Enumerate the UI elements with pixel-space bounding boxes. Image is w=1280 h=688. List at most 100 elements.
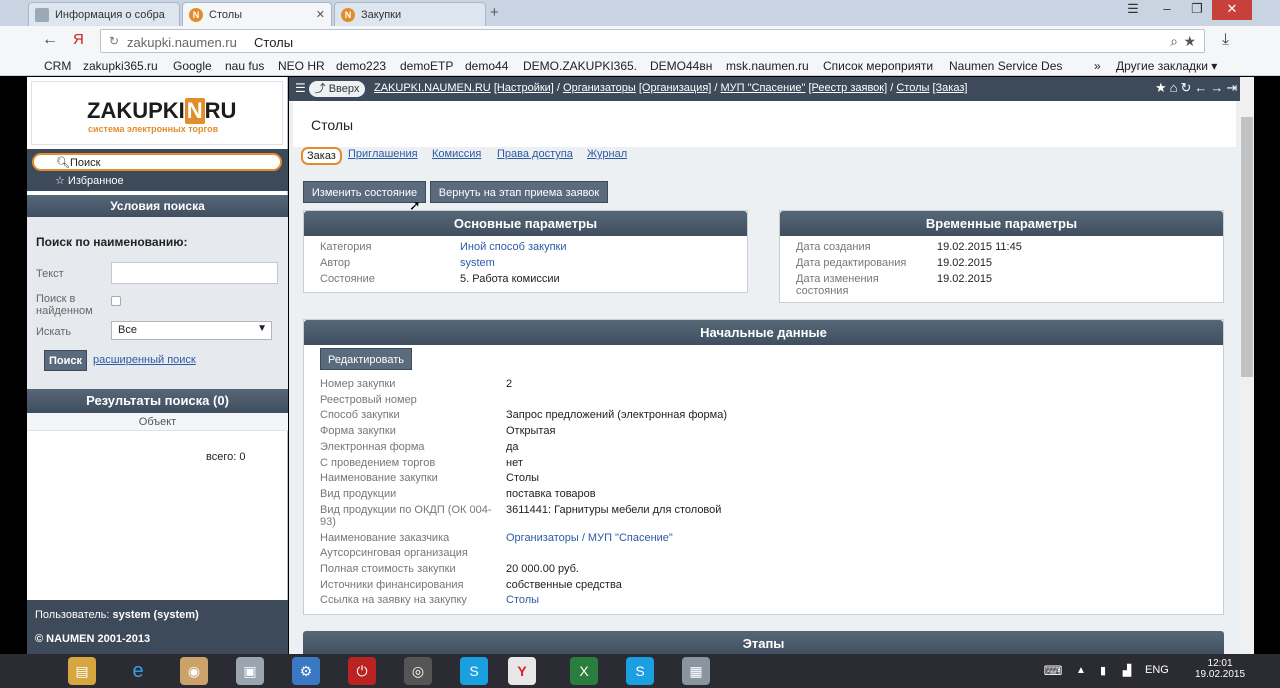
change-state-button[interactable]: Изменить состояние (303, 181, 426, 203)
top-navigation-strip: ☰ ⤴ Вверх ZAKUPKI.NAUMEN.RU [Настройки] … (289, 77, 1240, 101)
star-icon[interactable]: ★ (1183, 33, 1196, 50)
bookmark[interactable]: Google (173, 59, 212, 73)
breadcrumb-link[interactable]: ZAKUPKI.NAUMEN.RU (374, 82, 491, 94)
home-icon[interactable]: ⌂ (1170, 80, 1181, 95)
bookmark[interactable]: zakupki365.ru (83, 59, 158, 73)
bookmark[interactable]: demo44 (465, 59, 508, 73)
field-value: Открытая (506, 425, 556, 438)
return-stage-button[interactable]: Вернуть на этап приема заявок (430, 181, 608, 203)
browser-tab-purchases[interactable]: N Закупки (334, 2, 486, 26)
app-icon[interactable]: ⚙ (292, 657, 320, 685)
bookmarks-overflow[interactable]: » (1094, 59, 1101, 73)
forward-icon[interactable]: → (1210, 80, 1226, 95)
menu-toggle-icon[interactable]: ☰ (295, 81, 306, 95)
bookmark[interactable]: nau fus (225, 59, 264, 73)
field-value: нет (506, 456, 523, 469)
skype-icon[interactable]: S (460, 657, 488, 685)
yandex-browser-icon[interactable]: Y (508, 657, 536, 685)
param-label: Автор (320, 257, 351, 269)
back-arrow-icon[interactable]: ← (42, 31, 58, 49)
bookmark[interactable]: Список мероприяти (823, 59, 933, 73)
breadcrumb-link[interactable]: [Заказ] (932, 82, 967, 94)
menu-icon[interactable]: ☰ (1118, 0, 1148, 20)
bookmark[interactable]: msk.naumen.ru (726, 59, 809, 73)
time-params-panel: Временные параметры Дата создания 19.02.… (779, 210, 1224, 303)
category-link[interactable]: Иной способ закупки (460, 241, 566, 253)
scrollbar[interactable] (1240, 77, 1254, 654)
breadcrumb-link[interactable]: Организаторы (563, 82, 636, 94)
scroll-thumb[interactable] (1241, 117, 1253, 377)
breadcrumb-link[interactable]: МУП "Спасение" (721, 82, 806, 94)
star-icon[interactable]: ★ (1155, 80, 1170, 95)
breadcrumb-link[interactable]: Столы (896, 82, 929, 94)
signal-icon[interactable]: ▟ (1118, 657, 1136, 685)
network-icon[interactable]: ▮ (1094, 657, 1112, 685)
app-icon[interactable]: ▣ (236, 657, 264, 685)
other-bookmarks[interactable]: Другие закладки ▾ (1116, 59, 1217, 73)
bookmark[interactable]: demoETP (400, 59, 453, 73)
browser-tab-info[interactable]: Информация о собра (28, 2, 180, 26)
keyboard-icon[interactable]: ⌨ (1040, 657, 1066, 685)
search-in-found-checkbox[interactable] (111, 296, 121, 306)
extended-search-link[interactable]: расширенный поиск (93, 354, 196, 366)
favorites-link[interactable]: ☆ Избранное (55, 174, 124, 187)
search-text-input[interactable] (111, 262, 278, 284)
search-button[interactable]: Поиск (44, 350, 87, 371)
field-link[interactable]: Столы (506, 594, 539, 606)
app-icon[interactable]: ◉ (180, 657, 208, 685)
search-in-label: Искать (36, 326, 72, 338)
window-close-icon[interactable]: ✕ (1212, 0, 1252, 20)
minimize-icon[interactable]: – (1152, 0, 1182, 20)
author-link[interactable]: system (460, 257, 495, 269)
logout-icon[interactable]: ⇥ (1226, 80, 1240, 95)
bookmark[interactable]: demo223 (336, 59, 386, 73)
back-icon[interactable]: ← (1194, 80, 1210, 95)
bookmark[interactable]: DEMO44вн (650, 59, 712, 73)
field-value: да (506, 440, 519, 453)
tab-commission[interactable]: Комиссия (432, 148, 481, 160)
yandex-icon[interactable]: Я (73, 31, 84, 48)
breadcrumb-link[interactable]: [Настройки] (494, 82, 554, 94)
internet-explorer-icon[interactable]: e (124, 657, 152, 685)
browser-tab-tables[interactable]: N Столы ✕ (182, 2, 332, 26)
url-input[interactable]: ↻ zakupki.naumen.ru Столы ⌕ ★ (100, 29, 1205, 53)
initial-data-panel: Начальные данные Редактировать Номер зак… (303, 319, 1224, 615)
bookmark[interactable]: DEMO.ZAKUPKI365. (523, 59, 637, 73)
reload-icon[interactable]: ↻ (109, 34, 119, 48)
tab-order[interactable]: Заказ (301, 147, 342, 165)
file-explorer-icon[interactable]: ▤ (68, 657, 96, 685)
excel-icon[interactable]: X (570, 657, 598, 685)
search-icon[interactable]: ⌕ (1170, 33, 1178, 50)
up-button[interactable]: ⤴ Вверх (309, 81, 365, 97)
param-label: Дата изменения состояния (796, 273, 879, 297)
tab-journal[interactable]: Журнал (587, 148, 627, 160)
skype-icon[interactable]: S (626, 657, 654, 685)
page-icon (35, 8, 49, 22)
refresh-icon[interactable]: ↻ (1181, 80, 1195, 95)
tray-arrow-icon[interactable]: ▲ (1072, 657, 1090, 685)
clock[interactable]: 12:01 19.02.2015 (1195, 658, 1245, 680)
new-tab-icon[interactable]: + (490, 4, 499, 21)
app-icon[interactable]: ▦ (682, 657, 710, 685)
tab-invitations[interactable]: Приглашения (348, 148, 418, 160)
search-in-select[interactable]: Все ▼ (111, 321, 272, 340)
download-icon[interactable]: ⤓ (1222, 31, 1229, 49)
speaker-app-icon[interactable]: ◎ (404, 657, 432, 685)
bookmark[interactable]: CRM (44, 59, 71, 73)
field-link[interactable]: Организаторы / МУП "Спасение" (506, 532, 673, 544)
page-title: Столы (311, 117, 354, 133)
language-indicator[interactable]: ENG (1145, 664, 1169, 676)
tab-access-rights[interactable]: Права доступа (497, 148, 573, 160)
edit-button[interactable]: Редактировать (320, 348, 412, 370)
breadcrumb-link[interactable]: [Организация] (639, 82, 711, 94)
breadcrumb-link[interactable]: [Реестр заявок] (808, 82, 887, 94)
restore-icon[interactable]: ❐ (1182, 0, 1212, 20)
quick-search-button[interactable]: 🔍︎ Поиск (32, 153, 282, 171)
close-tab-icon[interactable]: ✕ (316, 8, 325, 21)
bookmark[interactable]: NEO HR (278, 59, 325, 73)
content-tabs: Заказ Приглашения Комиссия Права доступа… (289, 147, 1240, 169)
logo[interactable]: ZAKUPKINRU система электронных торгов (31, 81, 283, 145)
bookmark[interactable]: Naumen Service Des (949, 59, 1062, 73)
field-label: Электронная форма (320, 440, 425, 453)
power-app-icon[interactable]: ⏻ (348, 657, 376, 685)
